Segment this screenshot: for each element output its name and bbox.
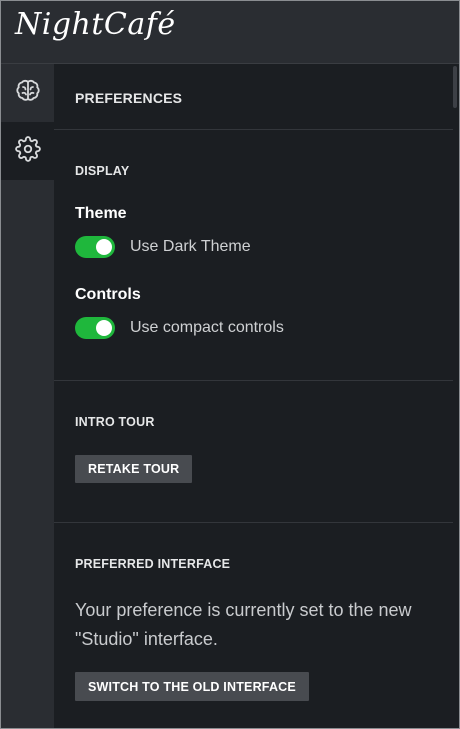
panel-title: PREFERENCES bbox=[75, 90, 183, 106]
controls-label: Controls bbox=[75, 286, 141, 303]
dark-theme-toggle-row: Use Dark Theme bbox=[75, 236, 251, 258]
switch-old-interface-button[interactable]: SWITCH TO THE OLD INTERFACE bbox=[75, 672, 309, 701]
icon-rail bbox=[1, 64, 54, 728]
toggle-knob bbox=[96, 320, 112, 336]
theme-label: Theme bbox=[75, 205, 127, 222]
display-heading: DISPLAY bbox=[75, 164, 130, 178]
dark-theme-toggle-label: Use Dark Theme bbox=[130, 238, 251, 255]
compact-controls-toggle[interactable] bbox=[75, 317, 115, 339]
nightcafe-logo[interactable]: NightCafé bbox=[15, 7, 176, 42]
interface-preference-text: Your preference is currently set to the … bbox=[75, 600, 412, 649]
preferences-panel: PREFERENCES DISPLAY Theme Use Dark Theme… bbox=[54, 64, 453, 728]
divider bbox=[54, 380, 453, 381]
toggle-knob bbox=[96, 239, 112, 255]
gear-icon bbox=[14, 135, 41, 167]
retake-tour-button[interactable]: RETAKE TOUR bbox=[75, 455, 193, 483]
preferred-interface-heading: PREFERRED INTERFACE bbox=[75, 557, 231, 571]
top-bar: NightCafé bbox=[1, 1, 459, 64]
rail-item-creator[interactable] bbox=[1, 64, 54, 122]
rail-item-settings[interactable] bbox=[1, 122, 54, 180]
divider bbox=[54, 129, 453, 130]
compact-controls-toggle-label: Use compact controls bbox=[130, 319, 284, 336]
intro-tour-heading: INTRO TOUR bbox=[75, 415, 155, 429]
app-window: NightCafé PREFERENCES DISPLAY Theme Use … bbox=[0, 0, 460, 729]
scrollbar[interactable] bbox=[453, 64, 459, 728]
scrollbar-thumb[interactable] bbox=[453, 66, 457, 108]
brain-icon bbox=[14, 78, 42, 109]
dark-theme-toggle[interactable] bbox=[75, 236, 115, 258]
divider bbox=[54, 522, 453, 523]
compact-controls-toggle-row: Use compact controls bbox=[75, 317, 284, 339]
